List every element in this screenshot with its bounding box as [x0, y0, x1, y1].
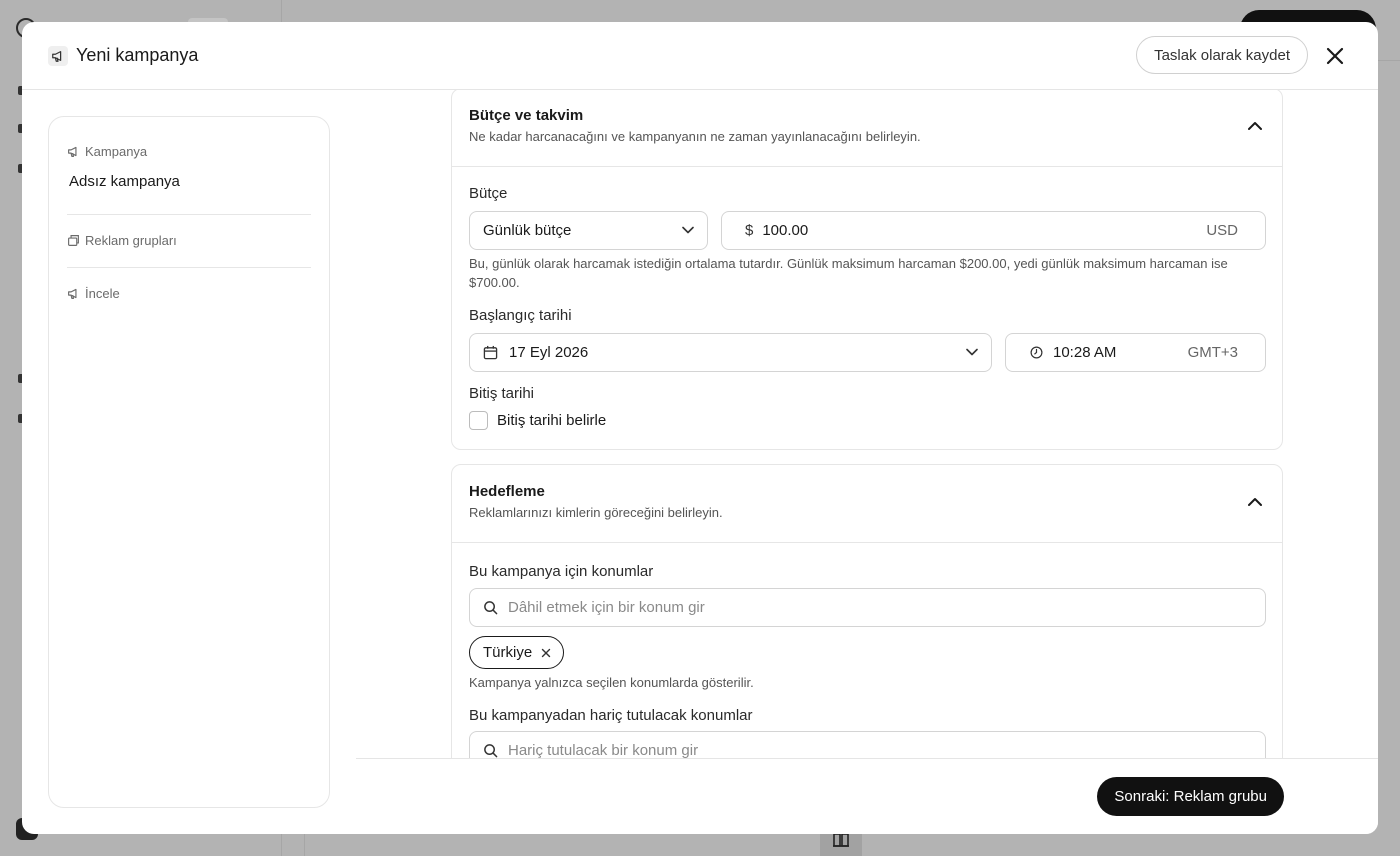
new-campaign-modal: Yeni kampanya Taslak olarak kaydet Kampa…: [22, 22, 1378, 834]
layers-icon: [68, 235, 79, 246]
budget-schedule-card: Bütçe ve takvim Ne kadar harcanacağını v…: [451, 90, 1283, 450]
save-draft-button[interactable]: Taslak olarak kaydet: [1136, 36, 1308, 74]
budget-type-select[interactable]: Günlük bütçe: [469, 211, 708, 250]
end-date-checkbox-label: Bitiş tarihi belirle: [497, 412, 607, 429]
modal-header: Yeni kampanya Taslak olarak kaydet: [22, 22, 1378, 90]
nav-step-label: Kampanya: [85, 144, 148, 159]
budget-label: Bütçe: [469, 185, 508, 202]
nav-step-ad-groups-header: Reklam grupları: [67, 233, 311, 248]
budget-amount-input[interactable]: $ 100.00 USD: [721, 211, 1266, 250]
modal-title: Yeni kampanya: [76, 45, 199, 65]
include-location-search[interactable]: Dâhil etmek için bir konum gir: [469, 588, 1266, 627]
start-date-value: 17 Eyl 2026: [509, 344, 589, 361]
budget-helper-line: $700.00.: [469, 275, 520, 290]
currency-symbol: $: [745, 222, 754, 239]
end-date-toggle[interactable]: Bitiş tarihi belirle: [469, 411, 606, 430]
budget-helper-text: Bu, günlük olarak harcamak istediğin ort…: [469, 254, 1269, 292]
nav-step-campaign[interactable]: Kampanya Adsız kampanya: [67, 144, 311, 190]
section-subtitle: Ne kadar harcanacağını ve kampanyanın ne…: [469, 129, 921, 144]
include-helper-text: Kampanya yalnızca seçilen konumlarda gös…: [469, 675, 754, 690]
divider: [67, 214, 311, 215]
include-location-placeholder: Dâhil etmek için bir konum gir: [508, 599, 705, 616]
remove-icon[interactable]: [541, 648, 551, 658]
start-date-label: Başlangıç tarihi: [469, 307, 572, 324]
search-icon: [484, 601, 498, 615]
exclude-location-search[interactable]: Hariç tutulacak bir konum gir: [469, 731, 1266, 758]
chevron-down-icon: [966, 348, 978, 356]
budget-type-value: Günlük bütçe: [483, 222, 572, 239]
currency-code: USD: [1206, 222, 1238, 239]
budget-helper-line: Bu, günlük olarak harcamak istediğin ort…: [469, 256, 1228, 271]
close-icon[interactable]: [1322, 43, 1348, 69]
chevron-up-icon[interactable]: [1248, 493, 1262, 511]
end-date-checkbox[interactable]: [469, 411, 488, 430]
nav-step-ad-groups[interactable]: Reklam grupları: [67, 233, 311, 248]
location-chip: Türkiye: [469, 636, 565, 669]
section-subtitle: Reklamlarınızı kimlerin göreceğini belir…: [469, 505, 723, 520]
budget-amount-value: 100.00: [762, 222, 809, 239]
modal-footer: Sonraki: Reklam grubu: [356, 758, 1378, 834]
start-time-input[interactable]: 10:28 AM GMT+3: [1005, 333, 1266, 372]
timezone-label: GMT+3: [1187, 344, 1238, 361]
location-chip-label: Türkiye: [483, 644, 533, 661]
targeting-header[interactable]: Hedefleme Reklamlarınızı kimlerin görece…: [452, 465, 1282, 543]
calendar-icon: [483, 345, 498, 360]
clock-icon: [1030, 346, 1043, 359]
nav-step-label: Reklam grupları: [85, 233, 177, 248]
exclude-location-placeholder: Hariç tutulacak bir konum gir: [508, 742, 699, 758]
targeting-card: Hedefleme Reklamlarınızı kimlerin görece…: [451, 464, 1283, 758]
nav-step-label: İncele: [85, 286, 120, 301]
next-ad-group-button[interactable]: Sonraki: Reklam grubu: [1097, 777, 1284, 816]
budget-schedule-header[interactable]: Bütçe ve takvim Ne kadar harcanacağını v…: [452, 90, 1282, 167]
chevron-up-icon[interactable]: [1248, 117, 1262, 135]
campaign-form[interactable]: Bütçe ve takvim Ne kadar harcanacağını v…: [356, 90, 1378, 758]
megaphone-icon: [68, 288, 77, 299]
nav-step-review-header: İncele: [67, 286, 311, 301]
campaign-steps-nav: Kampanya Adsız kampanya Reklam grupları …: [48, 116, 330, 808]
nav-step-review[interactable]: İncele: [67, 286, 311, 301]
include-locations-label: Bu kampanya için konumlar: [469, 563, 654, 580]
megaphone-icon: [68, 146, 77, 157]
search-icon: [484, 744, 498, 758]
megaphone-icon: [48, 45, 68, 66]
section-title: Hedefleme: [469, 483, 545, 500]
start-date-picker[interactable]: 17 Eyl 2026: [469, 333, 992, 372]
start-time-value: 10:28 AM: [1053, 344, 1117, 361]
nav-step-campaign-header: Kampanya: [67, 144, 311, 159]
section-title: Bütçe ve takvim: [469, 107, 584, 124]
chevron-down-icon: [682, 226, 694, 234]
end-date-label: Bitiş tarihi: [469, 385, 535, 402]
divider: [67, 267, 311, 268]
campaign-name: Adsız kampanya: [69, 173, 180, 190]
exclude-locations-label: Bu kampanyadan hariç tutulacak konumlar: [469, 707, 753, 724]
